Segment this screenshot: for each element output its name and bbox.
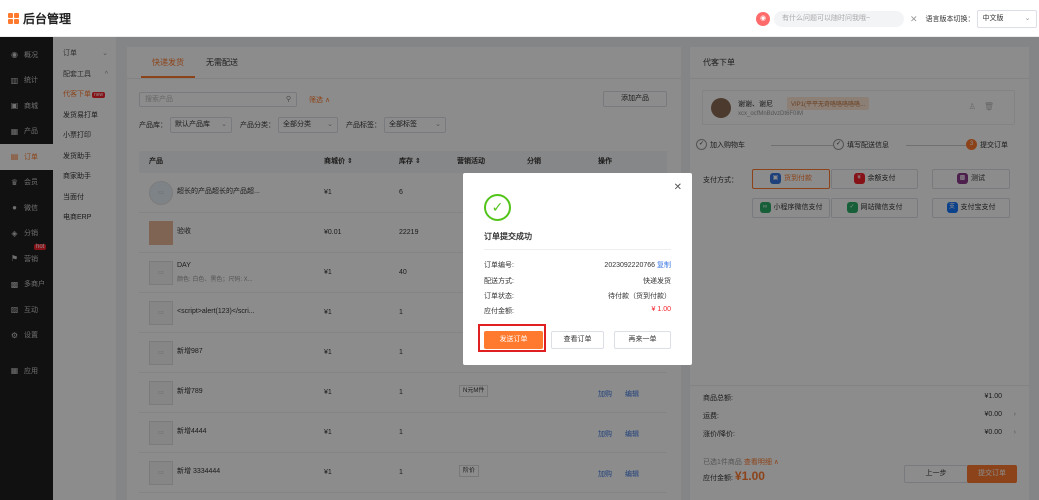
success-check-icon: ✓ (484, 194, 511, 221)
close-icon[interactable]: ✕ (674, 182, 682, 193)
lang-select[interactable]: 中文版 ⌄ (976, 10, 1037, 28)
amount-row: 应付金额: ¥ 1.00 (484, 306, 671, 316)
delivery-row: 配送方式: 快递发货 (484, 276, 671, 286)
order-no-label: 订单编号: (484, 262, 514, 269)
status-row: 订单状态: 待付款（货到付款） (484, 291, 671, 301)
copy-link[interactable]: 复制 (657, 262, 671, 269)
view-order-button[interactable]: 查看订单 (551, 331, 604, 349)
logo-icon (8, 13, 19, 24)
chevron-down-icon: ⌄ (1024, 15, 1031, 22)
send-order-button[interactable]: 发送订单 (484, 331, 543, 349)
assistant-robot-icon[interactable]: ◉ (756, 12, 770, 26)
header-search: ◉ 有什么问题可以随时问我哦~ ✕ 语言版本切换： 中文版 ⌄ (756, 10, 1037, 28)
delivery-value: 快递发货 (643, 278, 671, 285)
amount-value: ¥ 1.00 (651, 306, 671, 313)
top-bar: 后台管理 ◉ 有什么问题可以随时问我哦~ ✕ 语言版本切换： 中文版 ⌄ (0, 0, 1039, 37)
order-success-dialog: ✕ ✓ 订单提交成功 订单编号: 2023092220766 复制 配送方式: 快递… (463, 173, 692, 365)
lang-label: 语言版本切换： (925, 16, 975, 23)
dialog-title: 订单提交成功 (484, 232, 532, 241)
lang-value: 中文版 (982, 15, 1004, 22)
app-logo[interactable]: 后台管理 (8, 10, 71, 27)
order-no-row: 订单编号: 2023092220766 复制 (484, 260, 671, 270)
order-no-value: 2023092220766 (604, 262, 656, 269)
divider (484, 249, 671, 250)
amount-label: 应付金额: (484, 308, 514, 315)
status-label: 订单状态: (484, 293, 514, 300)
order-again-button[interactable]: 再来一单 (614, 331, 671, 349)
close-icon[interactable]: ✕ (910, 14, 918, 25)
delivery-label: 配送方式: (484, 278, 514, 285)
status-value: 待付款（货到付款） (608, 293, 671, 300)
order-no-value-wrap: 2023092220766 复制 (604, 260, 671, 270)
assistant-search-input[interactable]: 有什么问题可以随时问我哦~ (774, 11, 904, 27)
app-title: 后台管理 (23, 12, 72, 26)
